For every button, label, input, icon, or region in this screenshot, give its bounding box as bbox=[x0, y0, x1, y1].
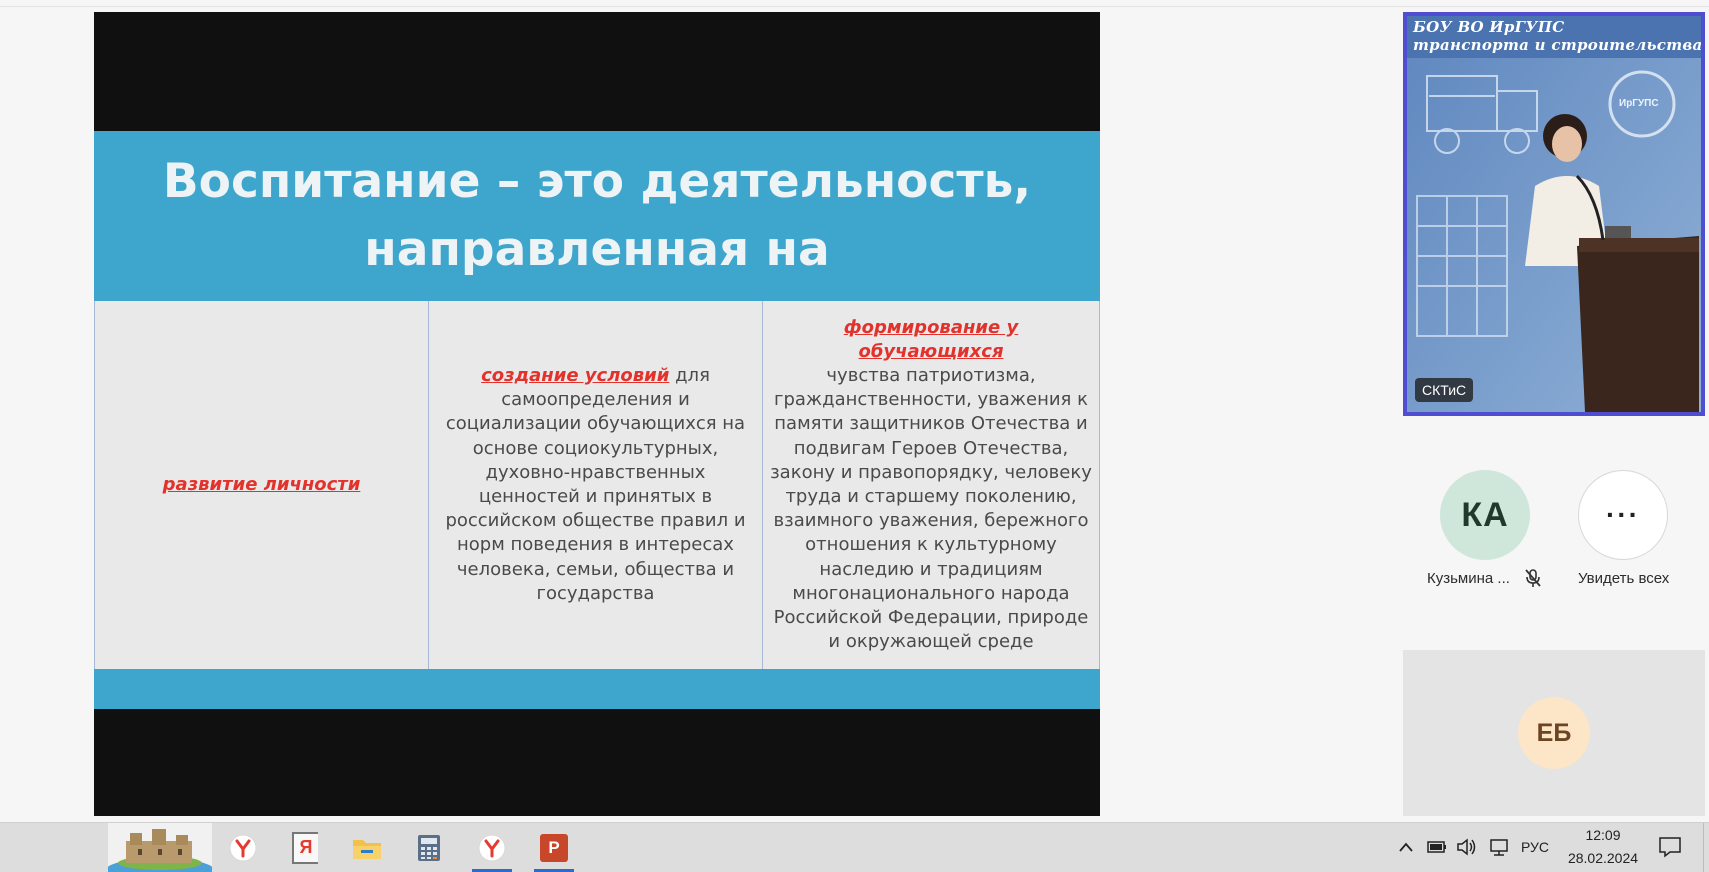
show-desktop-divider[interactable] bbox=[1703, 823, 1704, 872]
speaker-video-tile[interactable]: БОУ ВО ИрГУПС транспорта и строительства… bbox=[1403, 12, 1705, 416]
video-banner-line-2: транспорта и строительства bbox=[1413, 36, 1703, 54]
yandex-icon bbox=[478, 834, 506, 861]
castle-icon bbox=[108, 823, 212, 872]
shared-slide: Воспитание – это деятельность, направлен… bbox=[94, 12, 1100, 816]
clock-date[interactable]: 28.02.2024 bbox=[1564, 850, 1642, 866]
powerpoint-icon: P bbox=[540, 833, 568, 862]
see-all-button[interactable]: ··· bbox=[1578, 470, 1668, 560]
participant-avatar-eb: ЕБ bbox=[1518, 697, 1590, 769]
network-icon[interactable] bbox=[1488, 837, 1510, 857]
video-banner-line-1: БОУ ВО ИрГУПС bbox=[1413, 18, 1565, 36]
top-divider bbox=[0, 6, 1709, 7]
slide-cell-2-text: для самоопределения и социализации обуча… bbox=[445, 364, 746, 604]
participant-avatar-ka[interactable]: КА bbox=[1440, 470, 1530, 560]
notifications-icon[interactable] bbox=[1658, 836, 1682, 858]
speaker-video bbox=[1407, 16, 1701, 412]
slide-cell-3-highlight: формирование у обучающихся bbox=[843, 316, 1019, 362]
slide-cell-1: развитие личности bbox=[94, 301, 429, 669]
slide-cell-2: создание условий для самоопределения и с… bbox=[429, 301, 763, 669]
calculator-icon bbox=[418, 834, 440, 861]
chevron-up-icon[interactable] bbox=[1398, 841, 1414, 853]
calculator-taskbar-icon[interactable] bbox=[406, 823, 452, 872]
slide-table: развитие личности создание условий для с… bbox=[94, 301, 1100, 669]
folder-icon bbox=[353, 839, 381, 859]
slide-cell-1-highlight: развитие личности bbox=[162, 473, 361, 495]
slide-cell-3: формирование у обучающихся чувства патрио… bbox=[763, 301, 1100, 669]
slide-cell-2-highlight: создание условий bbox=[481, 364, 670, 386]
windows-taskbar: Я P РУС 12:09 28.02.2024 bbox=[0, 822, 1709, 872]
yandex-app-taskbar-icon[interactable]: Я bbox=[282, 823, 328, 872]
speaker-name-tag: СКТиС bbox=[1415, 378, 1474, 402]
language-indicator[interactable]: РУС bbox=[1521, 839, 1549, 855]
yandex-browser-active-taskbar-icon[interactable] bbox=[466, 823, 518, 872]
powerpoint-taskbar-icon[interactable]: P bbox=[528, 823, 580, 872]
see-all-label: Увидеть всех bbox=[1578, 570, 1670, 587]
slide-cell-3-text: чувства патриотизма, гражданственности, … bbox=[770, 364, 1092, 653]
slide-bottom-band bbox=[94, 669, 1100, 709]
slide-title: Воспитание – это деятельность, направлен… bbox=[162, 154, 1032, 277]
participant-name-ka: Кузьмина ... bbox=[1427, 570, 1510, 587]
battery-icon[interactable] bbox=[1426, 838, 1448, 856]
clock-time[interactable]: 12:09 bbox=[1567, 827, 1639, 843]
slide-title-band: Воспитание – это деятельность, направлен… bbox=[94, 131, 1100, 301]
volume-icon[interactable] bbox=[1456, 837, 1478, 857]
start-button[interactable] bbox=[108, 823, 212, 872]
file-explorer-taskbar-icon[interactable] bbox=[344, 823, 390, 872]
video-logo-text: ИрГУПС bbox=[1619, 98, 1659, 109]
yandex-icon bbox=[229, 834, 257, 861]
yandex-browser-taskbar-icon[interactable] bbox=[220, 823, 266, 872]
mic-muted-icon bbox=[1525, 569, 1541, 587]
yandex-letter-icon: Я bbox=[292, 831, 318, 864]
